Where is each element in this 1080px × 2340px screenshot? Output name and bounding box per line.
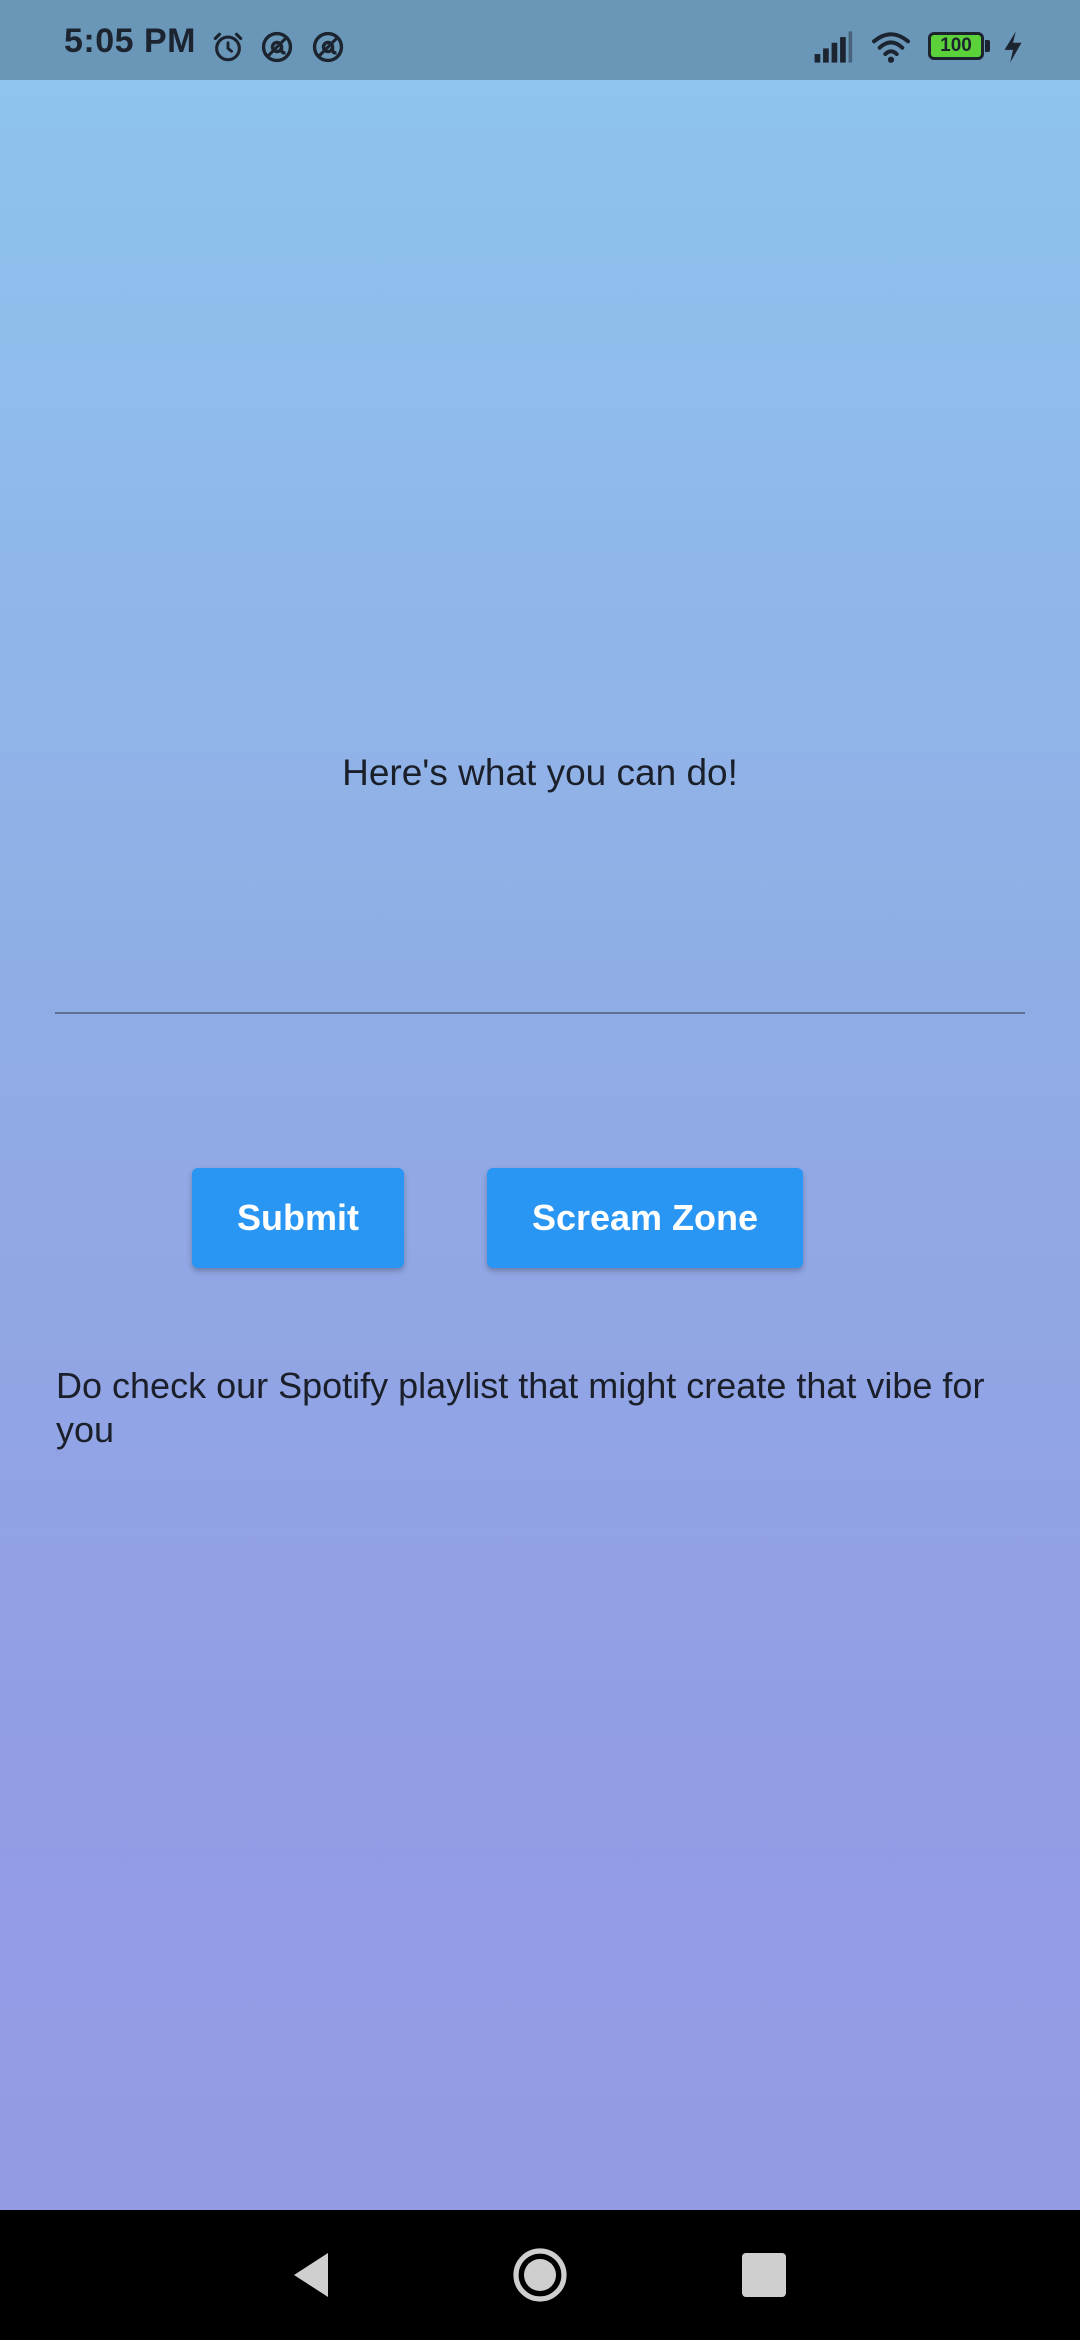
page-heading: Here's what you can do! — [342, 752, 738, 793]
signal-icon — [812, 30, 854, 64]
battery-level: 100 — [928, 32, 984, 60]
text-input[interactable] — [55, 960, 1025, 1014]
home-icon[interactable] — [512, 2247, 568, 2303]
at-sign-icon — [311, 30, 345, 64]
status-time: 5:05 PM — [64, 22, 196, 60]
app-screen: 5:05 PM 100 Here's what you can do! Subm… — [0, 0, 1080, 2340]
submit-button[interactable]: Submit — [192, 1168, 404, 1268]
back-icon[interactable] — [284, 2247, 340, 2303]
scream-zone-button[interactable]: Scream Zone — [487, 1168, 803, 1268]
battery-cap — [985, 40, 990, 52]
charging-icon — [1000, 30, 1026, 64]
battery-icon: 100 — [928, 32, 992, 64]
recents-icon[interactable] — [736, 2247, 792, 2303]
spotify-note: Do check our Spotify playlist that might… — [56, 1365, 985, 1450]
wifi-icon — [870, 30, 912, 64]
status-bar: 5:05 PM 100 — [0, 0, 1080, 80]
navigation-bar — [0, 2210, 1080, 2340]
alarm-icon — [211, 30, 245, 64]
at-sign-icon — [260, 30, 294, 64]
